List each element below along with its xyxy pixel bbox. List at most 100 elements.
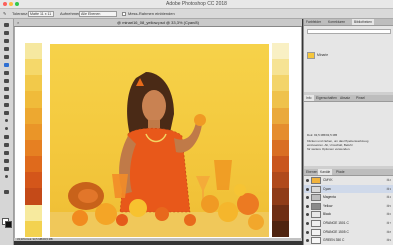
lemon-fruit bbox=[129, 199, 147, 217]
tab-paragraph[interactable]: Absatz bbox=[338, 95, 352, 101]
sample-select[interactable]: Alle Ebenen bbox=[79, 10, 117, 17]
show-ring-checkbox[interactable] bbox=[122, 11, 126, 16]
right-swatch-1[interactable] bbox=[272, 43, 289, 60]
channel-shortcut: ⌘4 bbox=[386, 195, 391, 200]
brush-tool[interactable] bbox=[3, 78, 10, 84]
visibility-eye-icon[interactable] bbox=[306, 222, 309, 225]
channels-panel-tabs: Ebenen Kanäle Pfade bbox=[304, 169, 393, 176]
app-title: Adobe Photoshop CC 2018 bbox=[166, 1, 227, 7]
lime-fruit bbox=[234, 184, 246, 196]
left-swatch-5[interactable] bbox=[25, 107, 42, 124]
edit-toolbar-button[interactable] bbox=[3, 189, 10, 195]
info-panel-tabs: Info Eigenschaften Absatz Pinsel bbox=[304, 95, 393, 102]
right-swatch-8[interactable] bbox=[272, 156, 289, 173]
image-canvas[interactable] bbox=[15, 27, 301, 238]
right-swatch-12[interactable] bbox=[272, 220, 289, 237]
healing-tool[interactable] bbox=[3, 70, 10, 76]
left-swatch-10[interactable] bbox=[25, 188, 42, 205]
left-swatch-12[interactable] bbox=[25, 220, 42, 237]
blur-tool[interactable] bbox=[3, 118, 10, 124]
right-swatch-7[interactable] bbox=[272, 139, 289, 157]
right-swatch-4[interactable] bbox=[272, 91, 289, 108]
channel-name: ORANGE 1505 C bbox=[323, 229, 349, 234]
path-select-tool[interactable] bbox=[3, 150, 10, 156]
marquee-tool[interactable] bbox=[3, 30, 10, 36]
show-ring-label: Mess-Rahmen einblenden bbox=[128, 11, 175, 16]
tab-brush[interactable]: Pinsel bbox=[354, 95, 367, 101]
pen-icon bbox=[4, 135, 9, 139]
left-swatch-9[interactable] bbox=[25, 172, 42, 189]
tolerance-select[interactable]: Matte 11 x 11 bbox=[28, 10, 54, 17]
type-tool[interactable] bbox=[3, 142, 10, 148]
visibility-eye-icon[interactable] bbox=[306, 196, 309, 200]
document-title: @ minari16_08_yellow.psd @ 33,3% (Cyan/8… bbox=[117, 20, 199, 25]
move-icon bbox=[4, 23, 9, 27]
visibility-eye-icon[interactable] bbox=[306, 239, 309, 243]
tab-swatches[interactable]: Farbfelder bbox=[304, 19, 323, 25]
background-color-swatch[interactable] bbox=[5, 221, 12, 228]
tab-properties[interactable]: Eigenschaften bbox=[314, 95, 339, 101]
visibility-eye-icon[interactable] bbox=[306, 187, 309, 191]
right-swatch-11[interactable] bbox=[272, 204, 289, 221]
left-swatch-6[interactable] bbox=[25, 123, 42, 140]
lasso-icon bbox=[4, 39, 9, 43]
arrow-icon bbox=[4, 151, 9, 155]
document-window: × @ minari16_08_yellow.psd @ 33,3% (Cyan… bbox=[14, 19, 302, 241]
eraser-tool[interactable] bbox=[3, 102, 10, 108]
left-swatch-11[interactable] bbox=[25, 204, 42, 221]
type-icon bbox=[4, 143, 9, 147]
left-swatch-1[interactable] bbox=[25, 43, 42, 60]
visibility-eye-icon[interactable] bbox=[306, 230, 309, 234]
history-brush-tool[interactable] bbox=[3, 94, 10, 100]
tab-channels[interactable]: Kanäle bbox=[318, 169, 333, 175]
lasso-tool[interactable] bbox=[3, 38, 10, 44]
right-swatch-6[interactable] bbox=[272, 123, 289, 140]
eyedropper-icon[interactable]: ✎ bbox=[3, 11, 6, 16]
left-swatch-4[interactable] bbox=[25, 91, 42, 108]
apricot-fruit bbox=[72, 210, 88, 226]
right-swatch-3[interactable] bbox=[272, 75, 289, 92]
quick-select-tool[interactable] bbox=[3, 46, 10, 52]
tab-libraries[interactable]: Bibliotheken bbox=[352, 19, 374, 25]
stamp-tool[interactable] bbox=[3, 86, 10, 92]
fruit-model-photo bbox=[50, 44, 269, 237]
channel-shortcut: ⌘2 bbox=[386, 178, 391, 182]
stamp-icon bbox=[4, 87, 9, 91]
dodge-tool[interactable] bbox=[3, 126, 10, 132]
right-swatch-9[interactable] bbox=[272, 172, 289, 189]
left-swatch-2[interactable] bbox=[25, 59, 42, 76]
pen-tool[interactable] bbox=[3, 134, 10, 140]
library-item[interactable]: Minarie bbox=[307, 52, 391, 59]
zoom-tool[interactable] bbox=[3, 174, 10, 180]
left-swatch-7[interactable] bbox=[25, 139, 42, 157]
eraser-icon bbox=[4, 103, 9, 107]
shape-tool[interactable] bbox=[3, 158, 10, 164]
channel-row[interactable]: GREEN 350 C ⌘9 bbox=[304, 236, 393, 245]
channel-shortcut: ⌘3 bbox=[386, 186, 391, 191]
right-swatch-5[interactable] bbox=[272, 107, 289, 124]
kumquat-fruit bbox=[184, 214, 196, 226]
tab-paths[interactable]: Pfade bbox=[334, 169, 347, 175]
right-swatch-2[interactable] bbox=[272, 59, 289, 76]
right-swatch-10[interactable] bbox=[272, 188, 289, 205]
visibility-eye-icon[interactable] bbox=[306, 204, 309, 208]
channel-name: Black bbox=[323, 212, 332, 217]
hand-tool[interactable] bbox=[3, 166, 10, 172]
channel-thumbnail bbox=[311, 237, 321, 245]
options-bar: ✎ Toleranz: Matte 11 x 11 Aufnehmen: All… bbox=[0, 9, 393, 19]
channel-thumbnail bbox=[311, 220, 321, 227]
library-search-input[interactable] bbox=[307, 29, 391, 34]
tab-info[interactable]: Info bbox=[304, 95, 314, 101]
crop-tool[interactable] bbox=[3, 54, 10, 60]
tab-adjustments[interactable]: Korrekturen bbox=[326, 19, 347, 25]
move-tool[interactable] bbox=[3, 22, 10, 28]
document-tab[interactable]: × @ minari16_08_yellow.psd @ 33,3% (Cyan… bbox=[14, 19, 302, 27]
photoshop-window: Adobe Photoshop CC 2018 ✎ Toleranz: Matt… bbox=[0, 0, 393, 245]
channel-name: Magenta bbox=[323, 195, 336, 200]
left-swatch-8[interactable] bbox=[25, 156, 42, 173]
gradient-tool[interactable] bbox=[3, 110, 10, 116]
eyedropper-tool[interactable] bbox=[3, 62, 10, 68]
visibility-eye-icon[interactable] bbox=[306, 179, 309, 182]
visibility-eye-icon[interactable] bbox=[306, 213, 309, 217]
left-swatch-3[interactable] bbox=[25, 75, 42, 92]
